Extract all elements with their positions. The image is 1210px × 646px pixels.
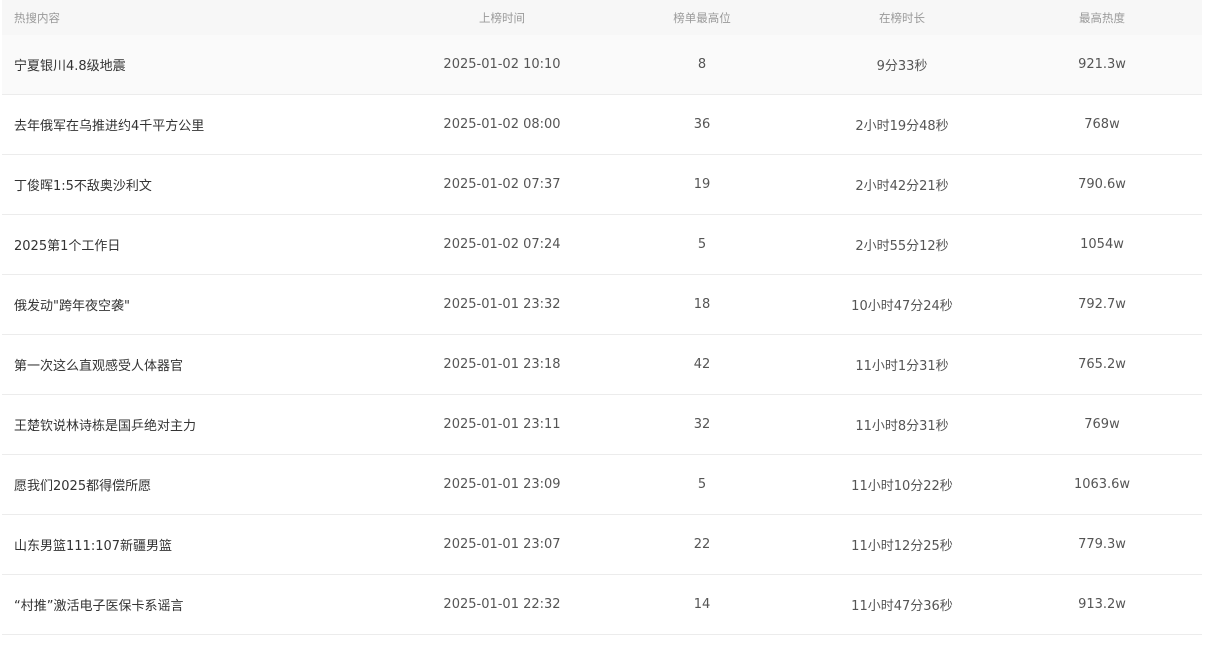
table-row[interactable]: 2025第1个工作日 2025-01-02 07:24 5 2小时55分12秒 … xyxy=(2,215,1202,275)
row-heat: 790.6w xyxy=(1078,177,1126,192)
row-duration: 10小时47分24秒 xyxy=(851,299,953,314)
row-rank: 32 xyxy=(693,417,711,432)
table-row[interactable]: 去年俄军在乌推进约4千平方公里 2025-01-02 08:00 36 2小时1… xyxy=(2,95,1202,155)
row-duration: 2小时55分12秒 xyxy=(855,239,949,254)
row-rank: 36 xyxy=(693,117,711,132)
row-title[interactable]: 王楚钦说林诗栋是国乒绝对主力 xyxy=(2,415,402,434)
row-heat: 1063.6w xyxy=(1073,477,1131,492)
row-time: 2025-01-01 23:11 xyxy=(443,417,561,432)
row-rank: 22 xyxy=(693,537,711,552)
table-row[interactable]: 愿我们2025都得偿所愿 2025-01-01 23:09 5 11小时10分2… xyxy=(2,455,1202,515)
row-time: 2025-01-02 08:00 xyxy=(443,117,561,132)
row-duration: 11小时10分22秒 xyxy=(851,479,953,494)
table-row[interactable]: “村推”激活电子医保卡系谣言 2025-01-01 22:32 14 11小时4… xyxy=(2,575,1202,635)
row-duration: 11小时12分25秒 xyxy=(851,539,953,554)
row-title[interactable]: 第一次这么直观感受人体器官 xyxy=(2,355,402,374)
table-row[interactable]: 第一次这么直观感受人体器官 2025-01-01 23:18 42 11小时1分… xyxy=(2,335,1202,395)
table-header: 热搜内容 上榜时间 榜单最高位 在榜时长 最高热度 xyxy=(2,0,1202,35)
row-duration: 11小时47分36秒 xyxy=(851,599,953,614)
row-duration: 9分33秒 xyxy=(876,59,928,74)
header-title[interactable]: 热搜内容 xyxy=(2,10,402,26)
row-title[interactable]: “村推”激活电子医保卡系谣言 xyxy=(2,595,402,614)
row-title[interactable]: 去年俄军在乌推进约4千平方公里 xyxy=(2,115,402,134)
row-time: 2025-01-02 07:24 xyxy=(443,237,561,252)
row-rank: 8 xyxy=(697,57,707,72)
table-row[interactable]: 丁俊晖1:5不敌奥沙利文 2025-01-02 07:37 19 2小时42分2… xyxy=(2,155,1202,215)
row-duration: 11小时8分31秒 xyxy=(855,419,949,434)
row-heat: 765.2w xyxy=(1078,357,1126,372)
table-row[interactable]: 俄发动"跨年夜空袭" 2025-01-01 23:32 18 10小时47分24… xyxy=(2,275,1202,335)
row-time: 2025-01-01 22:32 xyxy=(443,597,561,612)
row-heat: 768w xyxy=(1084,117,1120,132)
row-duration: 11小时1分31秒 xyxy=(855,359,949,374)
row-title[interactable]: 愿我们2025都得偿所愿 xyxy=(2,475,402,494)
table-row[interactable]: 王楚钦说林诗栋是国乒绝对主力 2025-01-01 23:11 32 11小时8… xyxy=(2,395,1202,455)
row-title[interactable]: 俄发动"跨年夜空袭" xyxy=(2,295,402,314)
row-rank: 18 xyxy=(693,297,711,312)
header-rank[interactable]: 榜单最高位 xyxy=(602,10,802,26)
header-heat[interactable]: 最高热度 xyxy=(1002,10,1202,26)
row-duration: 2小时19分48秒 xyxy=(855,119,949,134)
row-rank: 14 xyxy=(693,597,711,612)
row-time: 2025-01-01 23:32 xyxy=(443,297,561,312)
row-rank: 5 xyxy=(697,237,707,252)
row-title[interactable]: 宁夏银川4.8级地震 xyxy=(2,55,402,74)
row-title[interactable]: 2025第1个工作日 xyxy=(2,235,402,254)
header-time[interactable]: 上榜时间 xyxy=(402,10,602,26)
table-row[interactable]: 山东男篮111:107新疆男篮 2025-01-01 23:07 22 11小时… xyxy=(2,515,1202,575)
header-duration[interactable]: 在榜时长 xyxy=(802,10,1002,26)
row-heat: 769w xyxy=(1084,417,1120,432)
row-duration: 2小时42分21秒 xyxy=(855,179,949,194)
row-time: 2025-01-01 23:18 xyxy=(443,357,561,372)
row-rank: 19 xyxy=(693,177,711,192)
row-heat: 779.3w xyxy=(1078,537,1126,552)
row-title[interactable]: 山东男篮111:107新疆男篮 xyxy=(2,535,402,554)
hot-search-table: 热搜内容 上榜时间 榜单最高位 在榜时长 最高热度 宁夏银川4.8级地震 202… xyxy=(2,0,1202,635)
row-time: 2025-01-02 10:10 xyxy=(443,57,561,72)
row-time: 2025-01-01 23:07 xyxy=(443,537,561,552)
row-time: 2025-01-02 07:37 xyxy=(443,177,561,192)
row-rank: 42 xyxy=(693,357,711,372)
table-row[interactable]: 宁夏银川4.8级地震 2025-01-02 10:10 8 9分33秒 921.… xyxy=(2,35,1202,95)
row-heat: 913.2w xyxy=(1078,597,1126,612)
row-heat: 921.3w xyxy=(1078,57,1126,72)
row-time: 2025-01-01 23:09 xyxy=(443,477,561,492)
row-heat: 1054w xyxy=(1080,237,1124,252)
row-heat: 792.7w xyxy=(1078,297,1126,312)
row-title[interactable]: 丁俊晖1:5不敌奥沙利文 xyxy=(2,175,402,194)
row-rank: 5 xyxy=(697,477,707,492)
